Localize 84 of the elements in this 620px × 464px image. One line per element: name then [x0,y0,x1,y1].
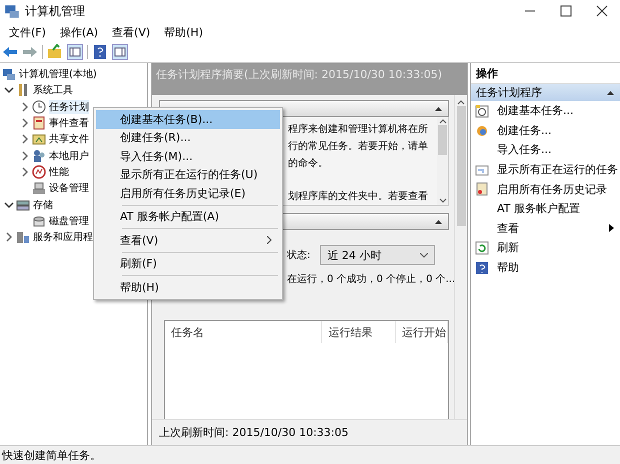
action-icon [475,260,489,275]
tree-node-icon [32,132,46,146]
column-header[interactable]: 任务名 [165,321,322,343]
actions-section-header[interactable]: 任务计划程序 [471,84,620,101]
context-menu-item[interactable]: 创建基本任务(B)... [96,110,280,128]
action-link[interactable]: 创建基本任务... [497,103,574,118]
action-icon [475,182,489,196]
context-menu-item[interactable]: 帮助(H) [96,278,280,296]
action-link[interactable]: 帮助 [497,260,519,276]
description-text: 划程序库的文件夹中。若要查看 [288,190,429,204]
submenu-chevron-icon [267,236,272,244]
scroll-thumb[interactable] [456,106,466,226]
tree-node-icon [16,83,30,98]
context-menu-item[interactable]: 显示所有正在运行的任务(U) [96,166,280,184]
tree-item[interactable]: 计算机管理(本地) [19,67,97,82]
tree-item[interactable]: 共享文件 [49,132,89,146]
tree-item[interactable]: 设备管理 [49,181,89,196]
context-menu-item[interactable]: 查看(V) [96,231,280,250]
status-label: 状态: [287,248,310,262]
tree-node-icon [32,116,46,130]
tree-node-icon [32,164,46,179]
menu-item[interactable]: 文件(F) [2,24,53,40]
description-text: 的命令。 [288,157,329,171]
context-menu-item[interactable]: 刷新(F) [96,254,280,273]
menu-item[interactable]: 帮助(H) [157,24,210,40]
action-link[interactable]: 导入任务... [497,142,552,158]
tree-node-icon [32,214,46,228]
scrollbar[interactable] [454,95,467,419]
tree-item[interactable]: 性能 [49,164,69,179]
tree-item[interactable]: 系统工具 [33,83,73,98]
folder-icon[interactable] [47,44,63,60]
help-icon[interactable] [92,44,108,60]
period-dropdown[interactable]: 近 24 小时 [320,245,436,265]
column-header[interactable]: 运行结果 [322,321,396,343]
tree-item[interactable]: 本地用户 [49,148,89,163]
task-counts: 在运行，0 个成功，0 个停止，0 个... [287,272,454,286]
scroll-up-icon[interactable] [457,98,465,106]
action-icon [475,104,489,118]
tree-item[interactable]: 服务和应用程 [33,230,93,244]
tree-node-icon [2,67,16,82]
submenu-arrow-icon [609,224,614,232]
tree-item[interactable]: 存储 [33,198,53,212]
menu-item[interactable]: 操作(A) [52,24,106,40]
context-menu-item[interactable]: 导入任务(M)... [96,147,280,166]
column-header[interactable]: 运行开始 [396,321,448,343]
action-link[interactable]: 显示所有正在运行的任务 [497,162,618,178]
collapse-icon[interactable] [435,106,442,111]
action-link[interactable]: 创建任务... [497,122,552,138]
tree-node-icon [16,230,30,244]
pane-toggle-icon[interactable] [112,44,128,60]
action-icon [475,240,489,255]
dropdown-caret-icon [420,252,428,258]
action-link[interactable]: 查看 [497,220,519,236]
tree-item[interactable]: 任务计划 [49,100,89,114]
summary-header: 任务计划程序摘要(上次刷新时间: 2015/10/30 10:33:05) [152,63,467,95]
tree-node-icon [16,198,30,212]
context-menu-item[interactable]: AT 服务帐户配置(A) [96,208,280,226]
action-icon [475,123,489,138]
action-link[interactable]: 启用所有任务历史记录 [497,182,607,197]
menu-item[interactable]: 查看(V) [105,24,158,40]
app-icon [4,3,20,19]
description-text: 行的常见任务。若要开始，请单 [288,140,429,154]
back-arrow-icon[interactable] [2,44,18,60]
pane-toggle-icon[interactable] [67,44,83,60]
scroll-down-icon[interactable] [438,197,446,205]
action-icon [475,162,489,177]
window-title: 计算机管理 [25,2,85,20]
scrollbar[interactable] [437,117,448,205]
context-menu-item[interactable]: 创建任务(R)... [96,128,280,147]
tree-node-icon [32,148,46,163]
action-link[interactable]: AT 服务帐户配置 [497,201,580,216]
tree-item[interactable]: 磁盘管理 [49,214,89,228]
collapse-icon[interactable] [607,90,614,95]
chevron-down-icon[interactable] [2,200,16,210]
action-link[interactable]: 刷新 [497,240,519,256]
tree-node-icon [32,100,46,114]
tree-node-icon [32,181,46,196]
tree-item[interactable]: 事件查看 [49,116,89,130]
collapse-icon[interactable] [435,219,442,224]
context-menu-item[interactable]: 启用所有任务历史记录(E) [96,184,280,202]
chevron-down-icon[interactable] [2,85,16,96]
description-text: 程序来创建和管理计算机将在所 [288,122,429,137]
status-text: 快速创建简单任务。 [0,445,620,464]
scroll-up-icon[interactable] [438,117,446,125]
